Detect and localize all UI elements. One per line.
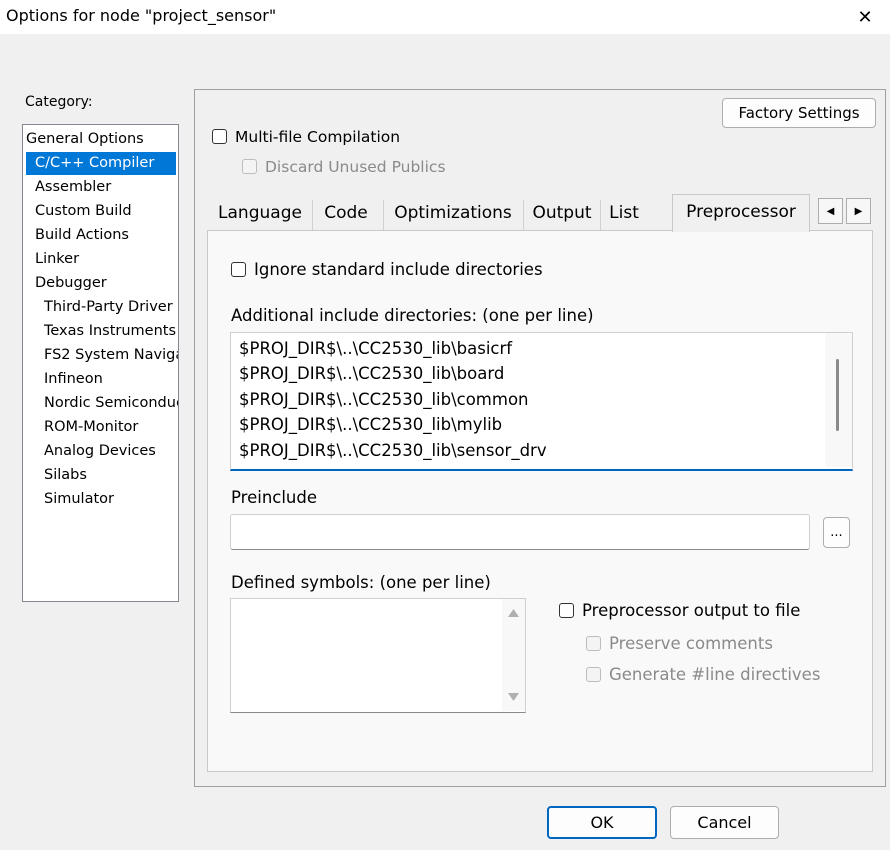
- category-item-build-actions[interactable]: Build Actions: [35, 224, 129, 247]
- category-item-linker[interactable]: Linker: [35, 248, 79, 271]
- include-directory-line: $PROJ_DIR$\..\CC2530_lib\common: [239, 390, 529, 409]
- cancel-button[interactable]: Cancel: [670, 806, 779, 839]
- tab-output[interactable]: Output: [526, 196, 598, 230]
- category-item-infineon[interactable]: Infineon: [44, 368, 103, 391]
- include-scrollbar-thumb[interactable]: [836, 359, 839, 431]
- tab-preprocessor[interactable]: Preprocessor: [672, 194, 810, 232]
- include-directories-textarea[interactable]: $PROJ_DIR$\..\CC2530_lib\basicrf $PROJ_D…: [230, 332, 853, 471]
- preserve-comments-label: Preserve comments: [609, 634, 773, 653]
- category-item-debugger[interactable]: Debugger: [35, 272, 107, 295]
- window-title: Options for node "project_sensor": [6, 6, 277, 25]
- category-item-nordic-semiconductor[interactable]: Nordic Semiconduc: [44, 392, 178, 415]
- category-item-third-party-driver[interactable]: Third-Party Driver: [44, 296, 173, 319]
- category-item-analog-devices[interactable]: Analog Devices: [44, 440, 156, 463]
- ignore-standard-include-checkbox[interactable]: [231, 262, 246, 277]
- category-item-simulator[interactable]: Simulator: [44, 488, 114, 511]
- close-icon: ✕: [857, 6, 873, 28]
- include-scrollbar[interactable]: [825, 333, 852, 467]
- category-item-custom-build[interactable]: Custom Build: [35, 200, 132, 223]
- ignore-standard-include-label: Ignore standard include directories: [254, 260, 543, 279]
- category-item-fs2-system-navigator[interactable]: FS2 System Naviga: [44, 344, 178, 367]
- tab-separator: [383, 200, 384, 230]
- discard-unused-publics-label: Discard Unused Publics: [265, 158, 446, 176]
- arrow-right-icon: ▶: [854, 205, 863, 217]
- generate-line-directives-label: Generate #line directives: [609, 665, 821, 684]
- ok-button[interactable]: OK: [547, 806, 657, 839]
- multi-file-compilation-label: Multi-file Compilation: [235, 128, 401, 146]
- scroll-down-icon[interactable]: [508, 693, 519, 701]
- tab-language[interactable]: Language: [212, 196, 308, 230]
- generate-line-directives-checkbox[interactable]: [586, 667, 601, 682]
- tab-separator: [523, 200, 524, 230]
- category-list[interactable]: General Options C/C++ Compiler Assembler…: [22, 124, 179, 602]
- preserve-comments-checkbox[interactable]: [586, 636, 601, 651]
- tab-scroll-right-button[interactable]: ▶: [846, 198, 871, 224]
- additional-include-label: Additional include directories: (one per…: [231, 306, 594, 325]
- tab-optimizations[interactable]: Optimizations: [386, 196, 520, 230]
- category-item-texas-instruments[interactable]: Texas Instruments: [44, 320, 176, 343]
- category-item-silabs[interactable]: Silabs: [44, 464, 87, 487]
- category-label: Category:: [25, 94, 93, 110]
- arrow-left-icon: ◀: [826, 205, 835, 217]
- category-item-c-compiler[interactable]: C/C++ Compiler: [26, 152, 176, 175]
- tab-separator: [600, 200, 601, 230]
- tab-scroll-left-button[interactable]: ◀: [818, 198, 843, 224]
- category-item-assembler[interactable]: Assembler: [35, 176, 111, 199]
- factory-settings-button[interactable]: Factory Settings: [722, 98, 876, 128]
- preprocessor-output-label: Preprocessor output to file: [582, 601, 801, 620]
- defined-symbols-textarea[interactable]: [230, 598, 526, 713]
- tab-code[interactable]: Code: [314, 196, 378, 230]
- title-bar: Options for node "project_sensor" ✕: [0, 0, 890, 34]
- include-directory-line: $PROJ_DIR$\..\CC2530_lib\mylib: [239, 415, 503, 434]
- category-item-general-options[interactable]: General Options: [26, 128, 175, 151]
- preinclude-label: Preinclude: [231, 488, 318, 507]
- preprocessor-output-checkbox[interactable]: [559, 603, 574, 618]
- tab-separator: [312, 200, 313, 230]
- defined-scrollbar[interactable]: [502, 599, 525, 711]
- close-button[interactable]: ✕: [840, 0, 890, 34]
- preinclude-input[interactable]: [230, 514, 810, 550]
- include-directory-line: $PROJ_DIR$\..\CC2530_lib\sensor_drv: [239, 441, 547, 460]
- multi-file-compilation-checkbox[interactable]: [212, 129, 227, 144]
- preinclude-browse-button[interactable]: ...: [823, 517, 850, 548]
- category-item-rom-monitor[interactable]: ROM-Monitor: [44, 416, 138, 439]
- scroll-up-icon[interactable]: [508, 609, 519, 617]
- include-directory-line: $PROJ_DIR$\..\CC2530_lib\board: [239, 364, 505, 383]
- defined-symbols-label: Defined symbols: (one per line): [231, 573, 491, 592]
- include-directory-line: $PROJ_DIR$\..\CC2530_lib\basicrf: [239, 339, 513, 358]
- tab-list[interactable]: List: [602, 196, 646, 230]
- discard-unused-publics-checkbox[interactable]: [242, 159, 257, 174]
